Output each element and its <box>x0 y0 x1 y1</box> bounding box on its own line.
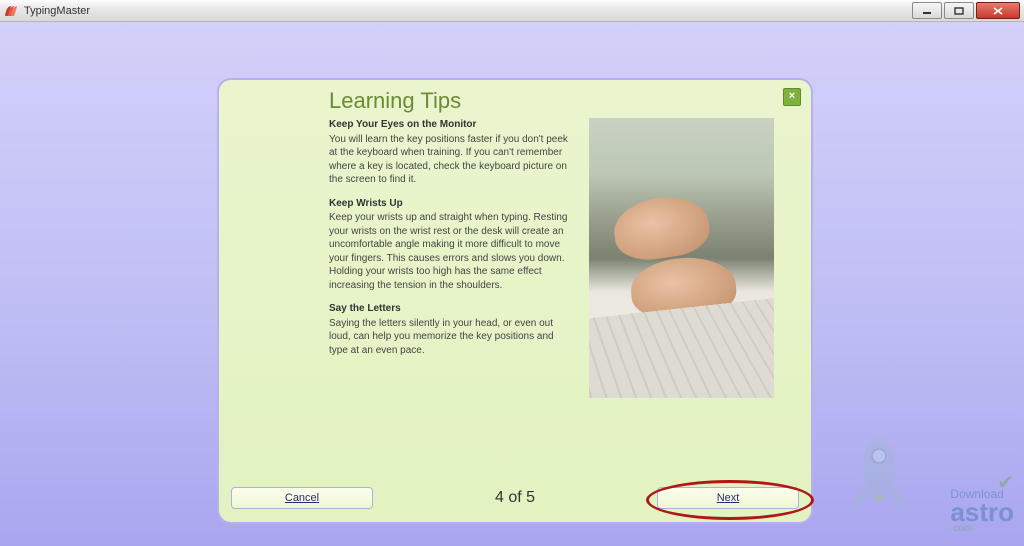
watermark-line1: Download <box>950 487 1014 501</box>
cancel-button-label: Cancel <box>285 492 319 504</box>
watermark-line3: .com <box>950 523 1014 534</box>
dialog-title: Learning Tips <box>329 88 461 114</box>
app-client-area: × Learning Tips Keep Your Eyes on the Mo… <box>0 22 1024 546</box>
window-maximize-button[interactable] <box>944 2 974 19</box>
tip-heading: Keep Your Eyes on the Monitor <box>329 118 573 132</box>
rocket-icon <box>844 430 914 520</box>
dialog-content: Keep Your Eyes on the Monitor You will l… <box>329 118 789 398</box>
check-icon: ✔ <box>997 470 1014 495</box>
tip-heading: Keep Wrists Up <box>329 197 573 211</box>
window-minimize-button[interactable] <box>912 2 942 19</box>
tip-body: You will learn the key positions faster … <box>329 133 573 187</box>
window-close-button[interactable] <box>976 2 1020 19</box>
app-icon <box>4 4 18 18</box>
tip-heading: Say the Letters <box>329 302 573 316</box>
window-titlebar: TypingMaster <box>0 0 1024 22</box>
next-button[interactable]: Next <box>657 487 799 509</box>
learning-tips-dialog: × Learning Tips Keep Your Eyes on the Mo… <box>217 78 813 524</box>
downloadastro-watermark: ✔ Download astro .com <box>824 430 1014 540</box>
cancel-button[interactable]: Cancel <box>231 487 373 509</box>
page-indicator: 4 of 5 <box>373 489 657 507</box>
dialog-close-button[interactable]: × <box>783 88 801 106</box>
next-button-label: Next <box>717 492 740 504</box>
tips-text-column: Keep Your Eyes on the Monitor You will l… <box>329 118 573 398</box>
watermark-line2: astro <box>950 501 1014 523</box>
window-title: TypingMaster <box>24 5 90 17</box>
typing-hands-image <box>589 118 774 398</box>
dialog-footer: Cancel 4 of 5 Next <box>231 486 799 510</box>
tip-body: Saying the letters silently in your head… <box>329 317 573 358</box>
tip-body: Keep your wrists up and straight when ty… <box>329 211 573 292</box>
